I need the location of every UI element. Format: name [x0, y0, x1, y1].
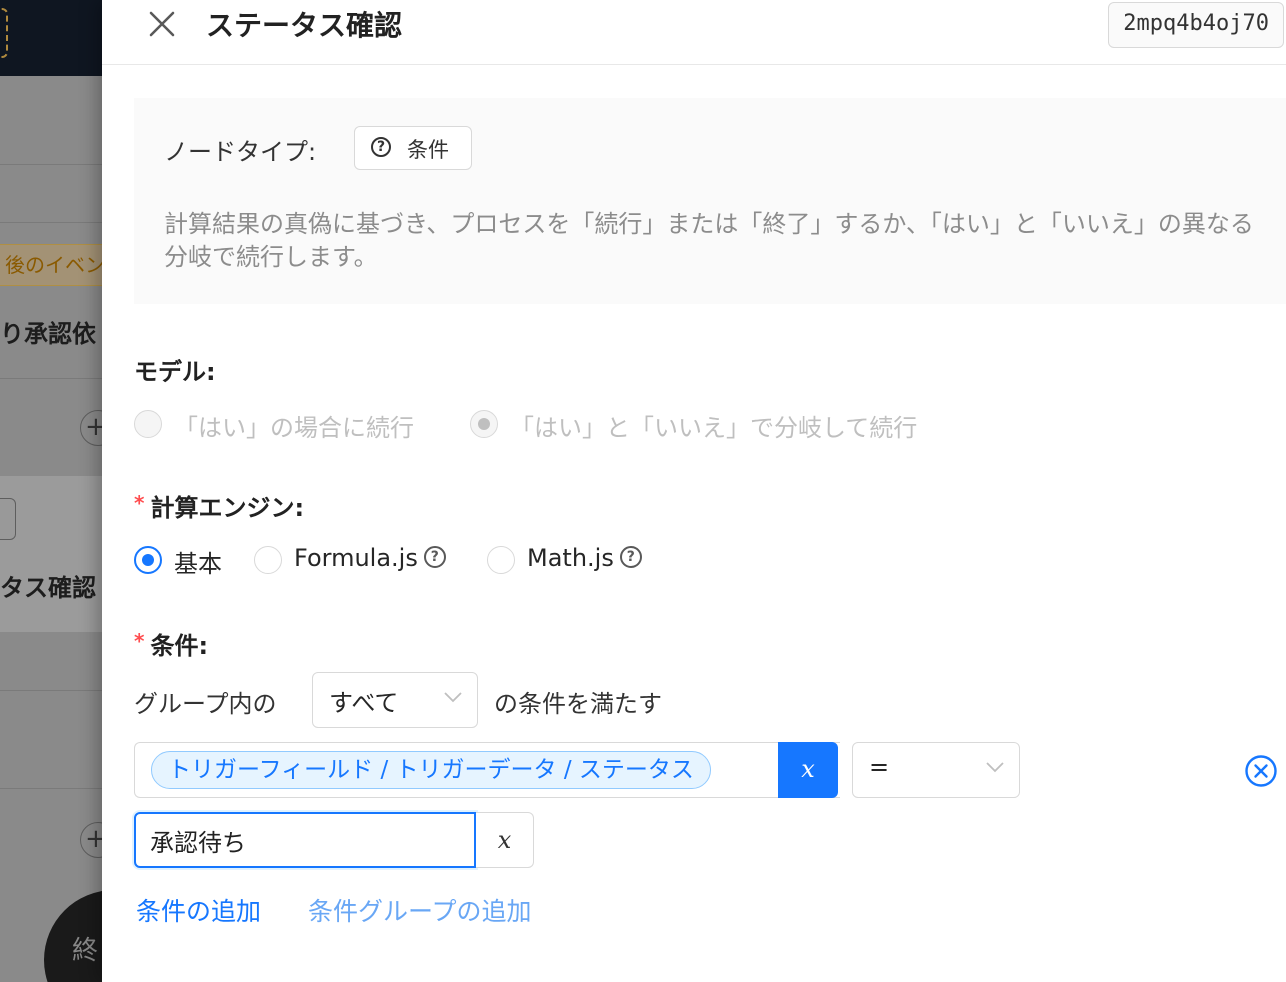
group-logic-value: すべて: [329, 689, 399, 717]
condition-label: * 条件:: [134, 629, 209, 660]
end-node[interactable]: 終: [44, 890, 102, 982]
condition-field-input[interactable]: トリガーフィールド / トリガーデータ / ステータス: [134, 742, 840, 798]
operator-value: =: [869, 753, 890, 781]
engine-option-label: Formula.js: [294, 544, 418, 572]
model-label-text: モデル:: [134, 358, 216, 386]
condition-value-input[interactable]: [134, 812, 476, 868]
node-type-label: ノードタイプ:: [164, 138, 317, 166]
engine-option-label: 基本: [174, 550, 222, 578]
node-info-panel: ノードタイプ: ? 条件 計算結果の真偽に基づき、プロセスを「続行」または「終了…: [134, 98, 1286, 304]
status-node-title: タス確認: [0, 574, 96, 602]
divider: [0, 164, 102, 165]
chevron-down-icon: [444, 692, 462, 703]
app-logo: [0, 8, 8, 58]
help-icon[interactable]: ?: [423, 546, 446, 568]
operator-select[interactable]: =: [852, 742, 1020, 798]
engine-label-text: 計算エンジン:: [150, 494, 305, 522]
node-type-tag: ? 条件: [354, 126, 472, 170]
radio-circle: [470, 410, 498, 438]
model-option-label: 「はい」と「いいえ」で分岐して続行: [510, 414, 918, 442]
radio-circle: [254, 546, 282, 574]
drawer-header: ステータス確認 2mpq4b4oj70: [102, 0, 1286, 65]
model-label: モデル:: [134, 352, 216, 387]
node-handle: [0, 498, 16, 540]
node-description: 計算結果の真偽に基づき、プロセスを「続行」または「終了」するか、「はい」と「いい…: [164, 210, 1254, 271]
close-icon[interactable]: [146, 8, 178, 40]
drawer-title: ステータス確認: [206, 9, 403, 42]
group-suffix-text: の条件を満たす: [494, 690, 662, 718]
field-variable-tag[interactable]: トリガーフィールド / トリガーデータ / ステータス: [151, 751, 711, 789]
engine-label: * 計算エンジン:: [134, 491, 305, 522]
chevron-down-icon: [986, 762, 1004, 773]
question-icon: ?: [371, 137, 391, 157]
remove-condition-icon[interactable]: [1244, 754, 1278, 788]
condition-settings-drawer: ステータス確認 2mpq4b4oj70 ノードタイプ: ? 条件 計算結果の真偽…: [102, 0, 1286, 982]
model-option-label: 「はい」の場合に続行: [174, 414, 414, 442]
group-logic-select[interactable]: すべて: [312, 672, 478, 728]
divider: [0, 222, 102, 223]
approval-node-title: り承認依: [0, 320, 96, 348]
divider: [0, 788, 102, 789]
add-node-button[interactable]: +: [80, 822, 102, 858]
add-node-button[interactable]: +: [80, 410, 102, 446]
engine-option-label: Math.js: [527, 544, 614, 572]
variable-picker-button[interactable]: x: [778, 742, 838, 798]
radio-circle: [134, 546, 162, 574]
value-variable-button[interactable]: x: [476, 812, 534, 868]
radio-circle: [487, 546, 515, 574]
event-tag: 後のイベン: [0, 244, 102, 286]
app-header-background: [0, 0, 102, 76]
radio-circle: [134, 410, 162, 438]
help-icon[interactable]: ?: [619, 546, 642, 568]
end-node-label: 終: [72, 936, 99, 966]
divider: [0, 378, 102, 379]
node-id-badge[interactable]: 2mpq4b4oj70: [1108, 2, 1284, 48]
workflow-canvas-background: 後のイベン り承認依 + タス確認 + 終: [0, 0, 102, 982]
group-prefix-text: グループ内の: [134, 690, 277, 718]
node-type-value: 条件: [407, 138, 449, 162]
add-condition-link[interactable]: 条件の追加: [136, 892, 261, 928]
divider: [0, 690, 102, 691]
condition-label-text: 条件:: [150, 632, 209, 660]
add-condition-group-link[interactable]: 条件グループの追加: [308, 892, 532, 928]
status-node-card: [0, 476, 102, 632]
